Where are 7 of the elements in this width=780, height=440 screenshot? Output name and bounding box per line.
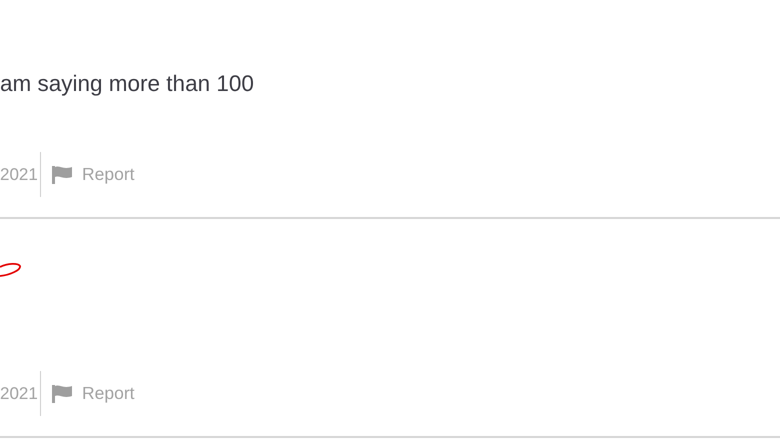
report-link[interactable]: Report [82,161,135,188]
flag-icon [52,166,72,184]
flag-icon [52,384,72,402]
review-date: 2021 [0,164,39,186]
review-text: am saying more than 100 [0,70,255,97]
report-link[interactable]: Report [82,380,135,407]
review-date: 2021 [0,382,39,405]
